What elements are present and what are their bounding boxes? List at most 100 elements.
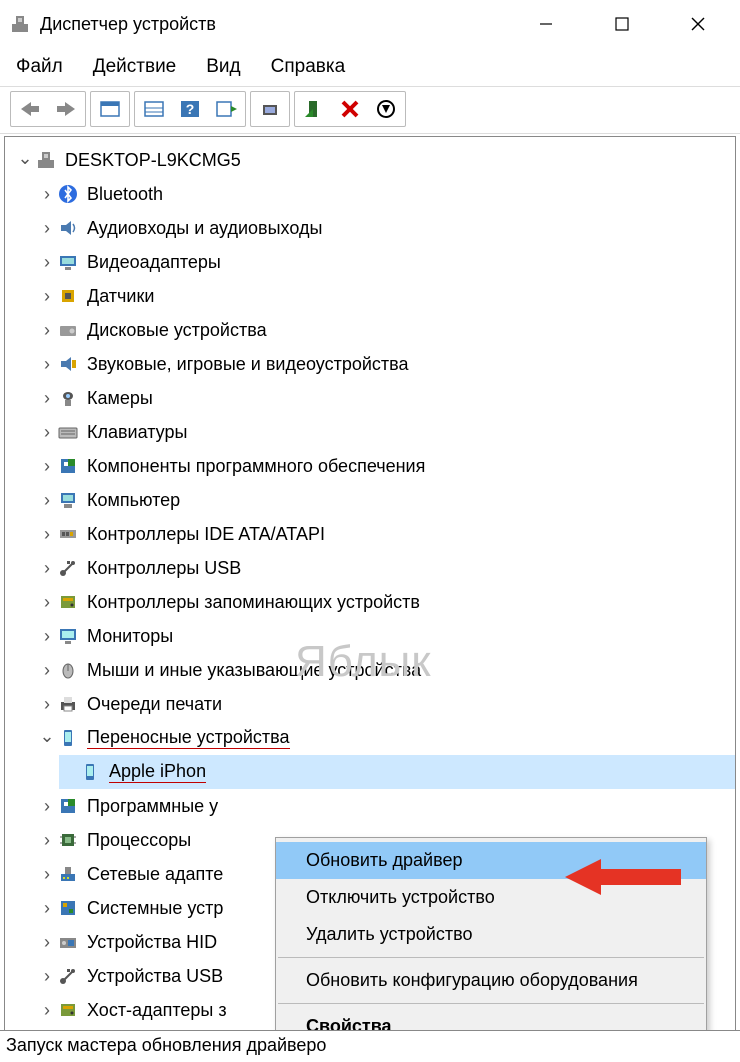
uninstall-button[interactable] <box>333 94 367 124</box>
portable-icon <box>79 762 101 782</box>
tree-category-expanded[interactable]: Переносные устройства <box>37 721 735 755</box>
tree-category[interactable]: Мониторы <box>37 619 735 653</box>
expand-arrow[interactable] <box>37 320 57 341</box>
tree-category[interactable]: Аудиовходы и аудиовыходы <box>37 211 735 245</box>
tree-item-label: Дисковые устройства <box>87 320 267 341</box>
tree-item-label: Системные устр <box>87 898 223 919</box>
expand-arrow[interactable] <box>37 218 57 239</box>
computer-root-icon <box>35 150 57 170</box>
tree-category[interactable]: Контроллеры запоминающих устройств <box>37 585 735 619</box>
tree-item-label: Мыши и иные указывающие устройства <box>87 660 421 681</box>
network-icon <box>57 864 79 884</box>
monitor-icon <box>57 626 79 646</box>
expand-arrow[interactable] <box>37 932 57 953</box>
menu-action[interactable]: Действие <box>93 56 177 78</box>
disable-button[interactable] <box>369 94 403 124</box>
forward-button[interactable] <box>49 94 83 124</box>
expand-arrow[interactable] <box>15 150 35 171</box>
expand-arrow[interactable] <box>37 864 57 885</box>
menu-help[interactable]: Справка <box>271 56 346 78</box>
tree-item-label: Очереди печати <box>87 694 222 715</box>
tree-item-label: Apple iPhon <box>109 761 206 783</box>
expand-arrow[interactable] <box>37 184 57 205</box>
expand-arrow[interactable] <box>37 490 57 511</box>
sensor-icon <box>57 286 79 306</box>
tree-category[interactable]: Дисковые устройства <box>37 313 735 347</box>
tree-item-label: Компоненты программного обеспечения <box>87 456 425 477</box>
help-button[interactable]: ? <box>173 94 207 124</box>
expand-arrow[interactable] <box>37 1000 57 1021</box>
expand-arrow[interactable] <box>37 796 57 817</box>
expand-arrow[interactable] <box>37 286 57 307</box>
usb-icon <box>57 966 79 986</box>
show-hidden-button[interactable] <box>93 94 127 124</box>
expand-arrow[interactable] <box>37 558 57 579</box>
tree-category[interactable]: Камеры <box>37 381 735 415</box>
expand-arrow[interactable] <box>37 728 57 749</box>
tree-item-label: DESKTOP-L9KCMG5 <box>65 150 241 171</box>
tree-category[interactable]: Bluetooth <box>37 177 735 211</box>
expand-arrow[interactable] <box>37 592 57 613</box>
back-button[interactable] <box>13 94 47 124</box>
expand-arrow[interactable] <box>37 966 57 987</box>
tree-category[interactable]: Программные у <box>37 789 735 823</box>
system-icon <box>57 898 79 918</box>
tree-category[interactable]: Видеоадаптеры <box>37 245 735 279</box>
tree-item-label: Датчики <box>87 286 154 307</box>
expand-arrow[interactable] <box>37 660 57 681</box>
tree-item-label: Клавиатуры <box>87 422 187 443</box>
tree-item-label: Контроллеры USB <box>87 558 241 579</box>
menu-view[interactable]: Вид <box>206 56 240 78</box>
tree-device-selected[interactable]: Apple iPhon <box>59 755 735 789</box>
annotation-arrow <box>565 855 685 899</box>
update-driver-button[interactable] <box>297 94 331 124</box>
expand-arrow[interactable] <box>37 694 57 715</box>
tree-category[interactable]: Очереди печати <box>37 687 735 721</box>
expand-arrow[interactable] <box>37 422 57 443</box>
menubar: Файл Действие Вид Справка <box>0 48 740 86</box>
tree-category[interactable]: Компоненты программного обеспечения <box>37 449 735 483</box>
close-button[interactable] <box>660 0 736 48</box>
tree-item-label: Процессоры <box>87 830 191 851</box>
portable-icon <box>57 728 79 748</box>
tree-item-label: Сетевые адапте <box>87 864 223 885</box>
printer-icon <box>57 694 79 714</box>
expand-arrow[interactable] <box>37 626 57 647</box>
disk-icon <box>57 320 79 340</box>
software-icon <box>57 456 79 476</box>
tree-item-label: Программные у <box>87 796 218 817</box>
scan-button[interactable] <box>253 94 287 124</box>
tree-item-label: Компьютер <box>87 490 180 511</box>
properties-button[interactable] <box>137 94 171 124</box>
ctx-remove-device[interactable]: Удалить устройство <box>276 916 706 953</box>
tree-root[interactable]: DESKTOP-L9KCMG5 <box>15 143 735 177</box>
toolbar: ? <box>0 86 740 134</box>
tree-category[interactable]: Контроллеры USB <box>37 551 735 585</box>
menu-file[interactable]: Файл <box>16 56 63 78</box>
view-button[interactable] <box>209 94 243 124</box>
status-bar: Запуск мастера обновления драйверо <box>0 1030 740 1062</box>
maximize-button[interactable] <box>584 0 660 48</box>
expand-arrow[interactable] <box>37 524 57 545</box>
tree-item-label: Видеоадаптеры <box>87 252 221 273</box>
ctx-scan-hardware[interactable]: Обновить конфигурацию оборудования <box>276 962 706 999</box>
expand-arrow[interactable] <box>37 830 57 851</box>
minimize-button[interactable] <box>508 0 584 48</box>
expand-arrow[interactable] <box>37 456 57 477</box>
tree-item-label: Звуковые, игровые и видеоустройства <box>87 354 409 375</box>
tree-category[interactable]: Датчики <box>37 279 735 313</box>
tree-item-label: Хост-адаптеры з <box>87 1000 227 1021</box>
tree-category[interactable]: Компьютер <box>37 483 735 517</box>
expand-arrow[interactable] <box>37 354 57 375</box>
expand-arrow[interactable] <box>37 252 57 273</box>
expand-arrow[interactable] <box>37 898 57 919</box>
titlebar: Диспетчер устройств <box>0 0 740 48</box>
device-tree[interactable]: Яблык DESKTOP-L9KCMG5BluetoothАудиовходы… <box>4 136 736 1056</box>
tree-category[interactable]: Мыши и иные указывающие устройства <box>37 653 735 687</box>
expand-arrow[interactable] <box>37 388 57 409</box>
storage-icon <box>57 1000 79 1020</box>
tree-category[interactable]: Контроллеры IDE ATA/ATAPI <box>37 517 735 551</box>
usb-icon <box>57 558 79 578</box>
tree-category[interactable]: Клавиатуры <box>37 415 735 449</box>
tree-category[interactable]: Звуковые, игровые и видеоустройства <box>37 347 735 381</box>
